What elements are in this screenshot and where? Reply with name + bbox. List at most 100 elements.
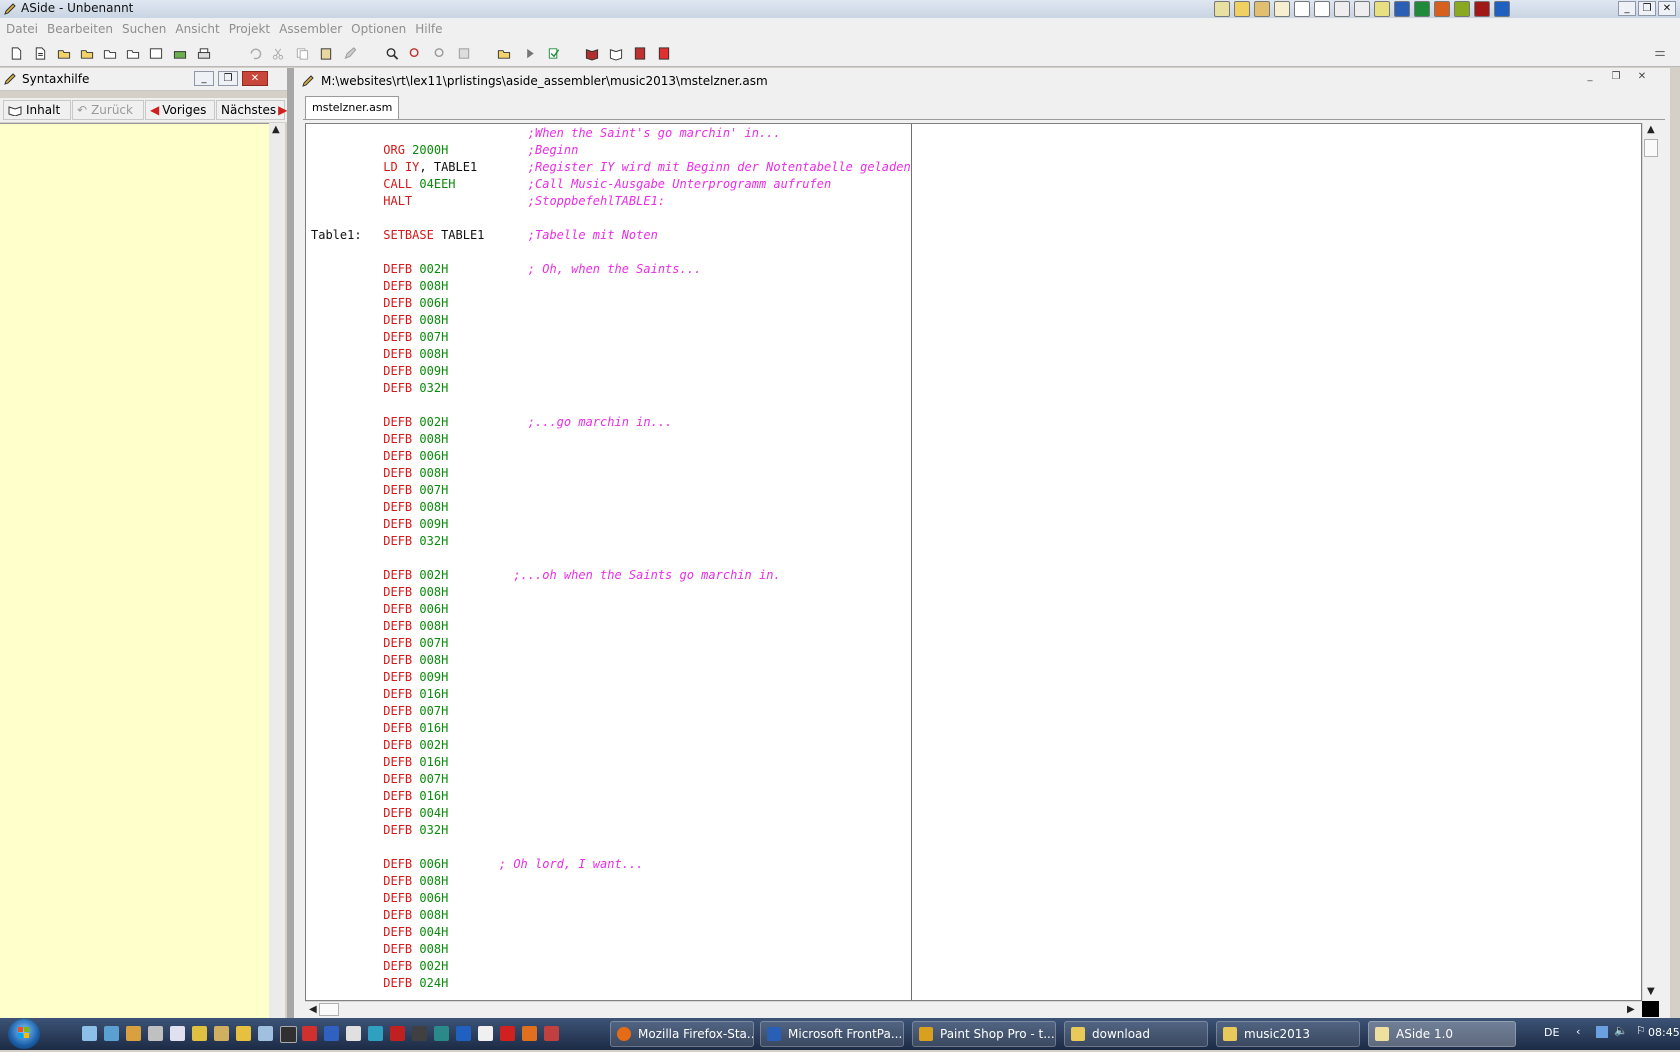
help-index-icon[interactable] [632, 46, 648, 61]
quicklaunch-icon[interactable] [126, 1026, 141, 1041]
tab-mstelzner[interactable]: mstelzner.asm [305, 96, 400, 119]
quicklaunch-icon[interactable] [302, 1026, 317, 1041]
volume-icon[interactable]: 🔈 [1614, 1024, 1628, 1037]
quicklaunch-icon[interactable] [456, 1026, 471, 1041]
shortcut-icon[interactable] [1354, 1, 1370, 17]
editor-horizontal-scrollbar[interactable]: ◀ ▶ [305, 1001, 1642, 1018]
shortcut-icon[interactable] [1254, 1, 1270, 17]
paste-icon[interactable] [318, 46, 334, 61]
quicklaunch-icon[interactable] [258, 1026, 273, 1041]
task-frontpage[interactable]: Microsoft FrontPa... [760, 1021, 904, 1047]
menu-projekt[interactable]: Projekt [227, 22, 277, 36]
syntax-help-scrollbar[interactable]: ▲ [269, 123, 285, 1019]
menu-bearbeiten[interactable]: Bearbeiten [45, 22, 120, 36]
restore-button[interactable]: ❐ [1638, 1, 1656, 16]
quicklaunch-icon[interactable] [82, 1026, 97, 1041]
back-button[interactable]: ↶ Zurück [72, 100, 144, 120]
replace-icon[interactable] [408, 46, 424, 61]
pane-restore-button[interactable]: ❐ [218, 71, 238, 86]
language-indicator[interactable]: DE [1544, 1026, 1559, 1039]
excel-icon[interactable] [1414, 1, 1430, 17]
print-icon[interactable] [196, 46, 212, 61]
scroll-thumb[interactable] [1644, 139, 1658, 157]
word-icon[interactable] [1394, 1, 1410, 17]
open-file-icon[interactable] [56, 46, 72, 61]
new-file-icon[interactable] [8, 46, 24, 61]
quicklaunch-icon[interactable] [192, 1026, 207, 1041]
pane-close-button[interactable]: ✕ [242, 71, 268, 86]
save-icon[interactable] [102, 46, 118, 61]
scroll-up-icon[interactable]: ▲ [1647, 124, 1655, 135]
pane-splitter[interactable] [287, 68, 294, 1018]
quicklaunch-icon[interactable] [346, 1026, 361, 1041]
shortcut-icon[interactable] [1334, 1, 1350, 17]
undo-icon[interactable] [246, 46, 262, 61]
exit-icon[interactable] [656, 46, 672, 61]
task-firefox[interactable]: Mozilla Firefox-Sta... [610, 1021, 754, 1047]
run-icon[interactable] [522, 46, 538, 61]
checklist-icon[interactable] [1314, 1, 1330, 17]
help-book-icon[interactable] [608, 46, 624, 61]
assemble-icon[interactable] [496, 46, 512, 61]
quicklaunch-icon[interactable] [390, 1026, 405, 1041]
scroll-right-icon[interactable]: ▶ [1627, 1004, 1635, 1015]
export-icon[interactable] [172, 46, 188, 61]
shortcut-icon[interactable] [1234, 1, 1250, 17]
debug-icon[interactable] [546, 46, 562, 61]
task-download-folder[interactable]: download [1064, 1021, 1208, 1047]
minimize-button[interactable]: _ [1618, 1, 1636, 16]
quicklaunch-icon[interactable] [214, 1026, 229, 1041]
shortcut-icon[interactable] [1294, 1, 1310, 17]
hscroll-thumb[interactable] [319, 1003, 339, 1016]
menu-assembler[interactable]: Assembler [277, 22, 349, 36]
quicklaunch-icon[interactable] [434, 1026, 449, 1041]
shortcut-icon[interactable] [1374, 1, 1390, 17]
editor-minimize-button[interactable]: _ [1580, 71, 1600, 86]
quicklaunch-icon[interactable] [522, 1026, 537, 1041]
task-paintshop[interactable]: Paint Shop Pro - t... [912, 1021, 1056, 1047]
tray-expand-icon[interactable]: ‹ [1576, 1025, 1580, 1038]
edit-icon[interactable] [342, 46, 358, 61]
goto-icon[interactable] [456, 46, 472, 61]
task-aside[interactable]: ASide 1.0 [1368, 1021, 1516, 1047]
quicklaunch-icon[interactable] [104, 1026, 119, 1041]
quicklaunch-icon[interactable] [236, 1026, 251, 1041]
notification-icon[interactable]: ⚐ [1636, 1024, 1646, 1037]
start-button[interactable] [8, 1019, 40, 1049]
quicklaunch-icon[interactable] [148, 1026, 163, 1041]
previous-button[interactable]: ◀ Voriges [145, 100, 215, 120]
find-icon[interactable] [384, 46, 400, 61]
editor-vertical-scrollbar[interactable]: ▲ ▼ [1642, 123, 1660, 1001]
task-music2013-folder[interactable]: music2013 [1216, 1021, 1360, 1047]
save-all-icon[interactable] [148, 46, 164, 61]
quicklaunch-icon[interactable] [324, 1026, 339, 1041]
cut-icon[interactable] [270, 46, 286, 61]
menu-optionen[interactable]: Optionen [349, 22, 413, 36]
editor-close-button[interactable]: ✕ [1632, 71, 1652, 86]
quicklaunch-icon[interactable] [500, 1026, 515, 1041]
close-button[interactable]: ✕ [1658, 1, 1676, 16]
clock[interactable]: 08:45 [1648, 1026, 1680, 1039]
access-icon[interactable] [1474, 1, 1490, 17]
shortcut-icon[interactable] [1494, 1, 1510, 17]
menu-ansicht[interactable]: Ansicht [173, 22, 226, 36]
next-button[interactable]: Nächstes ▶ [216, 100, 287, 120]
quicklaunch-icon[interactable] [412, 1026, 427, 1041]
menu-datei[interactable]: Datei [4, 22, 45, 36]
copy-icon[interactable] [294, 46, 310, 61]
scroll-down-icon[interactable]: ▼ [1647, 986, 1655, 997]
shortcut-icon[interactable] [1214, 1, 1230, 17]
editor-restore-button[interactable]: ❐ [1606, 71, 1626, 86]
syntax-help-content[interactable] [0, 123, 269, 1020]
new-document-icon[interactable] [32, 46, 48, 61]
toolbar-options-icon[interactable] [1652, 46, 1668, 61]
menu-suchen[interactable]: Suchen [120, 22, 173, 36]
open-project-icon[interactable] [79, 46, 95, 61]
menu-hilfe[interactable]: Hilfe [413, 22, 449, 36]
quicklaunch-icon[interactable] [368, 1026, 383, 1041]
code-editor[interactable]: ;When the Saint's go marchin' in... ORG … [305, 123, 1642, 1001]
save-as-icon[interactable] [125, 46, 141, 61]
shortcut-icon[interactable] [1454, 1, 1470, 17]
network-icon[interactable] [1596, 1026, 1608, 1038]
quicklaunch-icon[interactable] [478, 1026, 493, 1041]
